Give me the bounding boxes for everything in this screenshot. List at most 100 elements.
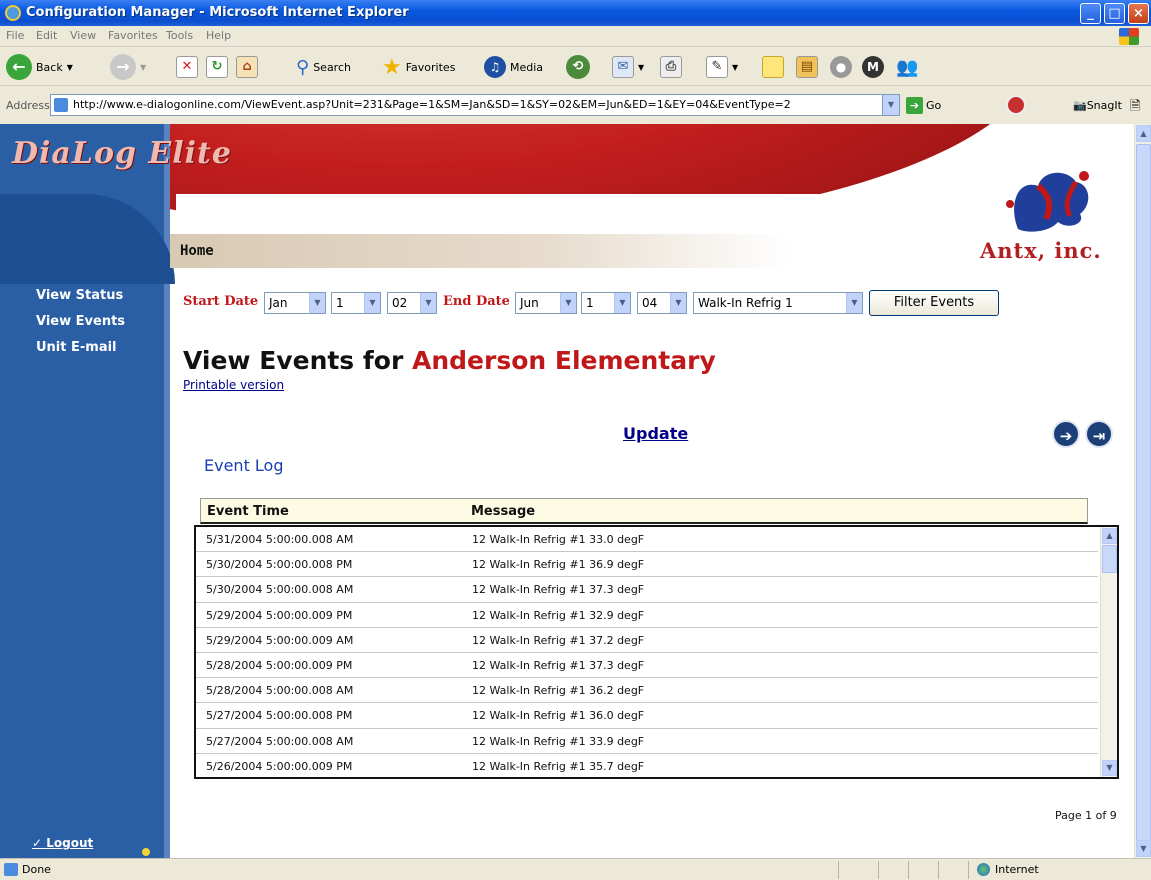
edit-button[interactable]: ✎ ▼ <box>706 52 738 82</box>
nav-view-events[interactable]: View Events <box>36 314 125 329</box>
menu-edit[interactable]: Edit <box>36 29 57 42</box>
start-month-value: Jan <box>269 296 288 310</box>
research-button[interactable]: ▤ <box>796 52 818 82</box>
star-icon: ★ <box>382 54 402 80</box>
search-button[interactable]: ⚲ Search <box>296 52 351 82</box>
close-button[interactable]: × <box>1128 3 1149 24</box>
school-name: Anderson Elementary <box>412 346 716 375</box>
event-time-cell: 5/30/2004 5:00:00.008 AM <box>206 583 354 597</box>
messenger-button[interactable]: ● <box>830 52 852 82</box>
back-button[interactable]: ← Back ▼ <box>6 52 73 82</box>
unit-select[interactable]: Walk-In Refrig 1 ▼ <box>693 292 863 314</box>
end-year-select[interactable]: 04 ▼ <box>637 292 687 314</box>
table-scrollbar[interactable]: ▲ ▼ <box>1100 527 1117 777</box>
ie-logo-icon <box>5 5 21 21</box>
event-time-cell: 5/29/2004 5:00:00.009 PM <box>206 608 353 622</box>
internet-zone-icon <box>977 863 990 876</box>
printable-version-link[interactable]: Printable version <box>183 378 284 392</box>
snagit-button[interactable]: 📷SnagIt <box>1073 99 1122 112</box>
last-page-icon[interactable]: ⇥ <box>1085 420 1113 448</box>
forward-arrow-icon: → <box>110 54 136 80</box>
chevron-down-icon: ▼ <box>614 293 630 313</box>
history-button[interactable]: ⟲ <box>566 52 590 82</box>
table-row: 5/28/2004 5:00:00.009 PM 12 Walk-In Refri… <box>196 653 1098 679</box>
start-month-select[interactable]: Jan ▼ <box>264 292 326 314</box>
table-row: 5/28/2004 5:00:00.008 AM 12 Walk-In Refri… <box>196 678 1098 704</box>
page-scrollbar[interactable]: ▲ ▼ <box>1134 124 1151 858</box>
message-cell: 12 Walk-In Refrig #1 33.0 degF <box>472 533 645 546</box>
start-year-select[interactable]: 02 ▼ <box>387 292 437 314</box>
start-day-select[interactable]: 1 ▼ <box>331 292 381 314</box>
scroll-up-icon[interactable]: ▲ <box>1102 528 1117 544</box>
menu-file[interactable]: File <box>6 29 24 42</box>
event-time-cell: 5/31/2004 5:00:00.008 AM <box>206 533 354 546</box>
message-cell: 12 Walk-In Refrig #1 36.2 degF <box>472 684 645 698</box>
pagination-label: Page 1 of 9 <box>1055 809 1117 822</box>
message-cell: 12 Walk-In Refrig #1 33.9 degF <box>472 734 645 748</box>
scroll-up-icon[interactable]: ▲ <box>1136 125 1151 142</box>
menu-bar: File Edit View Favorites Tools Help <box>0 26 1151 47</box>
scroll-down-icon[interactable]: ▼ <box>1102 760 1117 776</box>
logout-link[interactable]: ✓ Logout <box>32 836 93 850</box>
chevron-down-icon[interactable]: ▼ <box>882 95 899 115</box>
chevron-down-icon: ▼ <box>846 293 862 313</box>
filter-events-button[interactable]: Filter Events <box>869 290 999 316</box>
m-button[interactable]: M <box>862 52 884 82</box>
message-cell: 12 Walk-In Refrig #1 37.3 degF <box>472 583 645 597</box>
messenger-icon: ● <box>830 56 852 78</box>
people-button[interactable]: 👥 <box>896 52 918 82</box>
favorites-button[interactable]: ★ Favorites <box>382 52 455 82</box>
update-link[interactable]: Update <box>623 424 688 443</box>
stop-button[interactable]: ✕ <box>176 52 198 82</box>
media-button[interactable]: ♫ Media <box>484 52 543 82</box>
nav-view-status[interactable]: View Status <box>36 288 123 303</box>
page-icon <box>54 98 68 112</box>
forward-button[interactable]: → ▼ <box>110 52 146 82</box>
maximize-button[interactable]: □ <box>1104 3 1125 24</box>
scroll-thumb[interactable] <box>1136 144 1151 844</box>
address-input[interactable]: http://www.e-dialogonline.com/ViewEvent.… <box>50 94 900 116</box>
end-day-select[interactable]: 1 ▼ <box>581 292 631 314</box>
event-time-cell: 5/27/2004 5:00:00.008 AM <box>206 734 354 748</box>
divider <box>968 861 969 879</box>
event-log-title: Event Log <box>204 456 284 475</box>
end-month-value: Jun <box>520 296 539 310</box>
page-icon <box>4 863 18 876</box>
back-arrow-icon: ← <box>6 54 32 80</box>
acrobat-icon[interactable] <box>1006 95 1026 115</box>
toolbar: ← Back ▼ → ▼ ✕ ↻ ⌂ ⚲ Search ★ Favorites … <box>0 48 1151 86</box>
nav-unit-email[interactable]: Unit E-mail <box>36 340 117 355</box>
refresh-button[interactable]: ↻ <box>206 52 228 82</box>
status-bar: Done Internet <box>0 858 1151 880</box>
minimize-button[interactable]: _ <box>1080 3 1101 24</box>
home-bar: Home <box>170 234 790 268</box>
end-month-select[interactable]: Jun ▼ <box>515 292 577 314</box>
menu-view[interactable]: View <box>70 29 96 42</box>
print-button[interactable]: ⎙ <box>660 52 682 82</box>
notes-icon <box>762 56 784 78</box>
print-icon: ⎙ <box>660 56 682 78</box>
windows-logo-icon <box>1119 28 1139 45</box>
company-logo: Antx, inc. <box>980 164 1130 274</box>
menu-favorites[interactable]: Favorites <box>108 29 158 42</box>
menu-tools[interactable]: Tools <box>166 29 193 42</box>
event-table[interactable]: 5/31/2004 5:00:00.008 AM 12 Walk-In Refri… <box>194 525 1119 779</box>
page-title: View Events for Anderson Elementary <box>183 346 716 375</box>
chevron-down-icon: ▼ <box>66 62 73 72</box>
scroll-thumb[interactable] <box>1102 545 1117 573</box>
stop-icon: ✕ <box>176 56 198 78</box>
scroll-down-icon[interactable]: ▼ <box>1136 840 1151 857</box>
go-label: Go <box>926 99 942 112</box>
browser-window: Configuration Manager - Microsoft Intern… <box>0 0 1151 880</box>
mail-button[interactable]: ✉ ▼ <box>612 52 644 82</box>
home-button[interactable]: ⌂ <box>236 52 258 82</box>
go-button[interactable]: ➔ Go <box>906 97 941 114</box>
message-cell: 12 Walk-In Refrig #1 35.7 degF <box>472 759 645 773</box>
properties-icon[interactable]: 🗎 <box>1130 97 1140 119</box>
message-cell: 12 Walk-In Refrig #1 32.9 degF <box>472 608 645 622</box>
menu-help[interactable]: Help <box>206 29 231 42</box>
notes-button[interactable] <box>762 52 784 82</box>
logout-icon: ✓ <box>32 836 47 850</box>
next-page-icon[interactable]: ➔ <box>1052 420 1080 448</box>
end-date-label: End Date <box>443 294 510 309</box>
